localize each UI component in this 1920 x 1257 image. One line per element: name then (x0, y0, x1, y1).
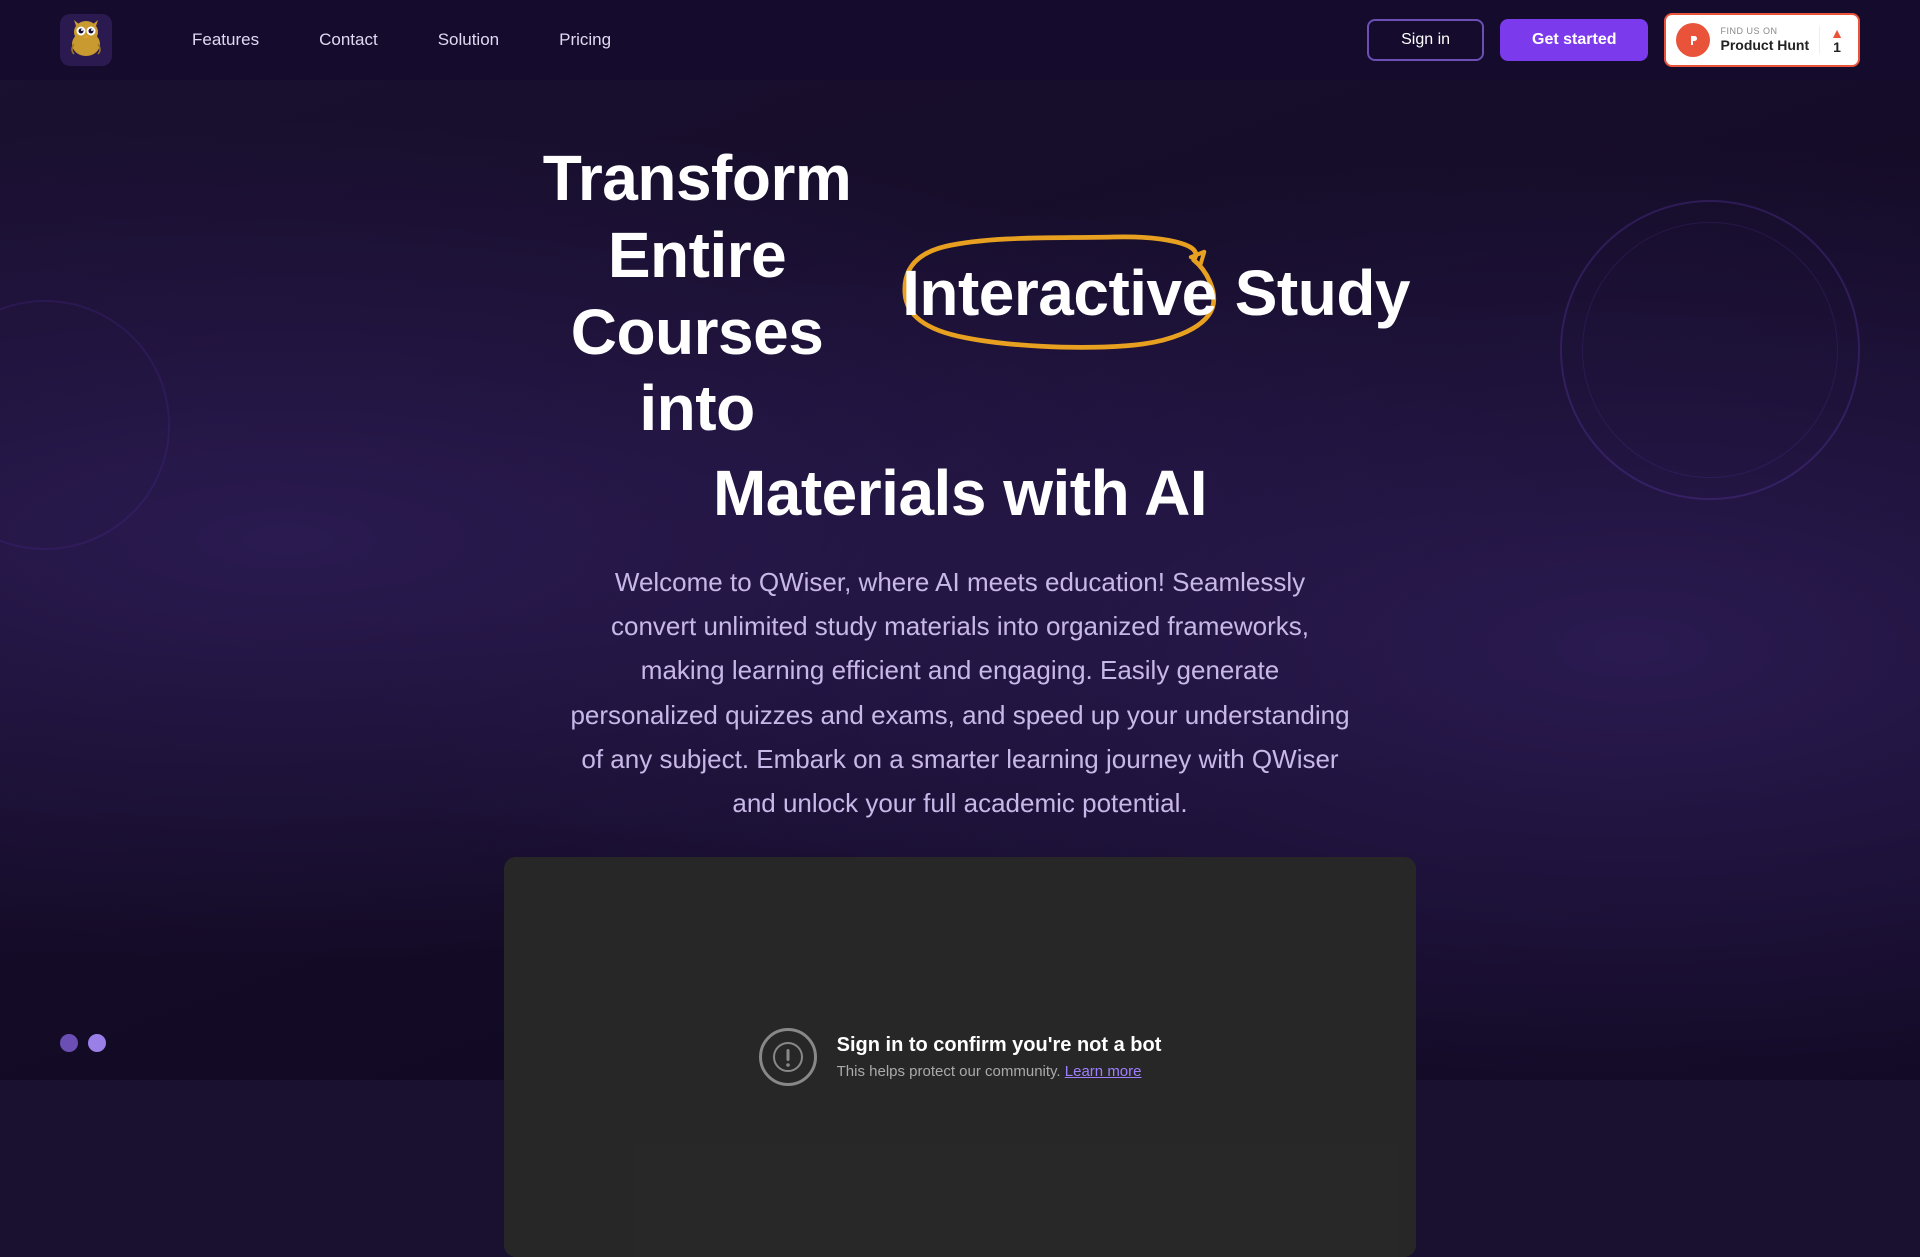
bot-protection-text: Sign in to confirm you're not a bot This… (837, 1034, 1162, 1080)
hero-subtitle: Welcome to QWiser, where AI meets educat… (530, 560, 1390, 825)
video-container: Sign in to confirm you're not a bot This… (504, 857, 1416, 1257)
hero-interactive-wrap: Interactive (902, 255, 1217, 332)
producthunt-name: Product Hunt (1720, 37, 1809, 54)
hero-title: Transform Entire Courses into Interactiv… (510, 140, 1410, 532)
getstarted-button[interactable]: Get started (1500, 19, 1648, 61)
bot-protection-icon (759, 1028, 817, 1086)
producthunt-logo-icon (1676, 23, 1710, 57)
producthunt-find-label: FIND US ON (1720, 26, 1809, 37)
producthunt-text: FIND US ON Product Hunt (1720, 26, 1809, 54)
hero-title-highlight: Interactive (902, 257, 1217, 329)
producthunt-count: ▲ 1 (1819, 26, 1844, 54)
hero-title-part1: Transform Entire Courses into (510, 140, 884, 447)
nav-links: Features Contact Solution Pricing (192, 30, 1367, 50)
logo[interactable] (60, 14, 112, 66)
hero-title-line2: Materials with AI (510, 455, 1410, 532)
nav-link-pricing[interactable]: Pricing (559, 30, 611, 50)
producthunt-number: 1 (1833, 40, 1841, 54)
exclamation-icon (773, 1042, 803, 1072)
navigation: Features Contact Solution Pricing Sign i… (0, 0, 1920, 80)
producthunt-arrow: ▲ (1830, 26, 1844, 40)
bot-protection-overlay: Sign in to confirm you're not a bot This… (504, 857, 1416, 1257)
nav-link-solution[interactable]: Solution (438, 30, 499, 50)
nav-link-features[interactable]: Features (192, 30, 259, 50)
bot-protection-title: Sign in to confirm you're not a bot (837, 1034, 1162, 1057)
hero-title-line1: Transform Entire Courses into Interactiv… (510, 140, 1410, 447)
signin-button[interactable]: Sign in (1367, 19, 1484, 61)
bot-learn-more-link[interactable]: Learn more (1065, 1063, 1142, 1080)
producthunt-badge[interactable]: FIND US ON Product Hunt ▲ 1 (1664, 13, 1860, 67)
logo-icon (60, 14, 112, 66)
nav-link-contact[interactable]: Contact (319, 30, 378, 50)
nav-actions: Sign in Get started FIND US ON Product H… (1367, 13, 1860, 67)
hero-title-part2: Study (1235, 255, 1410, 332)
bot-protection-description: This helps protect our community. Learn … (837, 1063, 1162, 1080)
main-content: Transform Entire Courses into Interactiv… (0, 80, 1920, 1257)
